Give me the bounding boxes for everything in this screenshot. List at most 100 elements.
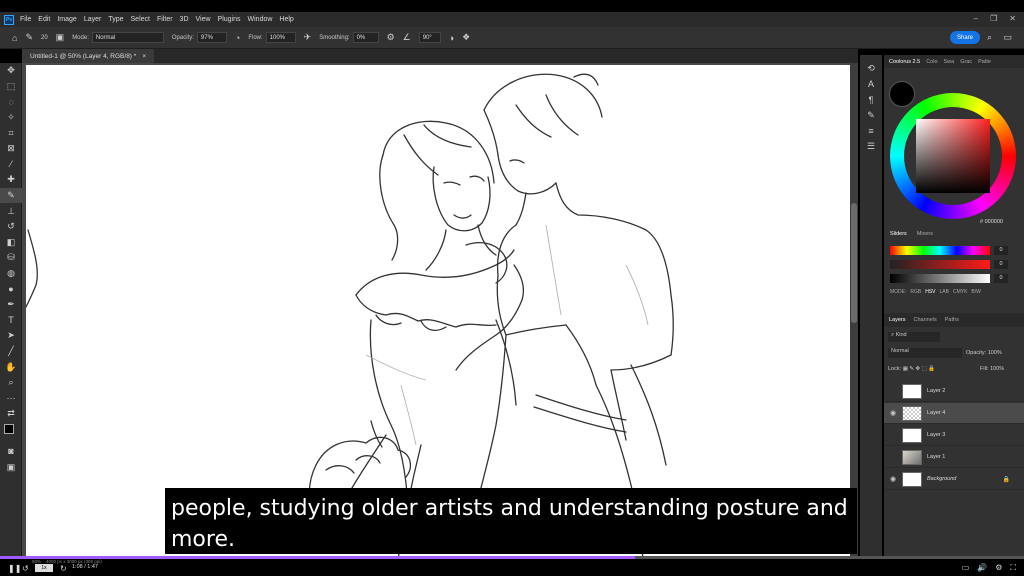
mode-lab[interactable]: LAB: [940, 289, 949, 295]
brush-settings-icon[interactable]: ▣: [56, 32, 65, 43]
canvas-vertical-scrollbar[interactable]: [850, 63, 858, 556]
home-icon[interactable]: ⌂: [12, 33, 17, 43]
pressure-size-icon[interactable]: ◑: [449, 33, 454, 43]
progress-track[interactable]: [0, 556, 1024, 559]
saturation-slider[interactable]: [890, 260, 990, 269]
layer-fill[interactable]: Fill: 100%: [980, 366, 1004, 372]
canvas[interactable]: [26, 65, 850, 556]
healing-brush-tool-icon[interactable]: ✚: [0, 172, 22, 188]
brush-size-preset[interactable]: 20: [41, 35, 48, 41]
saturation-value[interactable]: 0: [994, 260, 1008, 269]
settings-gear-icon[interactable]: ⚙: [995, 563, 1002, 573]
zoom-tool-icon[interactable]: ⌕: [0, 375, 22, 391]
eye-icon[interactable]: ◉: [884, 475, 902, 483]
move-tool-icon[interactable]: ✥: [0, 63, 22, 79]
volume-icon[interactable]: 🔊: [977, 563, 987, 573]
eye-icon[interactable]: ◉: [884, 409, 902, 417]
color-swatches[interactable]: [0, 422, 22, 444]
properties-panel-icon[interactable]: ☰: [860, 139, 882, 155]
hand-tool-icon[interactable]: ✋: [0, 359, 22, 375]
tab-gradients[interactable]: Grac: [960, 59, 972, 65]
airbrush-icon[interactable]: ✈: [304, 32, 312, 43]
tab-channels[interactable]: Channels: [914, 317, 937, 323]
adjustments-panel-icon[interactable]: ≡: [860, 123, 882, 139]
mode-hsv[interactable]: HSV: [925, 289, 935, 295]
tab-swatches[interactable]: Swa: [944, 59, 955, 65]
angle-field[interactable]: 90°: [418, 32, 441, 43]
hue-value[interactable]: 0: [994, 246, 1008, 255]
more-tools-icon[interactable]: ⋯: [0, 390, 22, 406]
layer-row-layer-2[interactable]: Layer 2: [884, 381, 1024, 402]
menu-file[interactable]: File: [20, 16, 31, 23]
menu-type[interactable]: Type: [108, 16, 123, 23]
dodge-tool-icon[interactable]: ●: [0, 281, 22, 297]
tab-sliders[interactable]: Sliders: [890, 231, 907, 237]
mode-cmyk[interactable]: CMYK: [953, 289, 967, 295]
type-tool-icon[interactable]: T: [0, 313, 22, 329]
tab-color[interactable]: Colo: [926, 59, 937, 65]
mode-rgb[interactable]: RGB: [910, 289, 921, 295]
smoothing-field[interactable]: 0%: [352, 32, 379, 43]
canvas-area[interactable]: [22, 63, 858, 556]
eyedropper-tool-icon[interactable]: ⁄: [0, 157, 22, 173]
menu-view[interactable]: View: [196, 16, 211, 23]
pressure-opacity-icon[interactable]: ◔: [235, 33, 240, 43]
menu-filter[interactable]: Filter: [157, 16, 173, 23]
brush-tool-icon[interactable]: ✎: [25, 32, 33, 43]
rewind-icon[interactable]: ↻: [60, 564, 67, 573]
brush-tool-icon-active[interactable]: ✎: [0, 187, 22, 204]
screen-mode-icon[interactable]: ▣: [0, 459, 22, 475]
restore-icon[interactable]: ❐: [990, 14, 997, 23]
brightness-slider[interactable]: [890, 274, 990, 283]
foreground-color-preview[interactable]: [889, 81, 915, 107]
close-window-icon[interactable]: ✕: [1009, 14, 1016, 23]
marquee-tool-icon[interactable]: ⬚: [0, 79, 22, 95]
menu-image[interactable]: Image: [57, 16, 76, 23]
pen-tool-icon[interactable]: ✒: [0, 297, 22, 313]
workspace-icon[interactable]: ▭: [1003, 32, 1012, 43]
paint-bucket-tool-icon[interactable]: ⛁: [0, 250, 22, 266]
replay-icon[interactable]: ↺: [22, 564, 29, 573]
layer-row-layer-3[interactable]: Layer 3: [884, 425, 1024, 446]
blur-tool-icon[interactable]: ◍: [0, 266, 22, 282]
menu-edit[interactable]: Edit: [38, 16, 50, 23]
path-selection-tool-icon[interactable]: ➤: [0, 328, 22, 344]
playback-speed-button[interactable]: 1x: [35, 564, 53, 572]
quick-mask-icon[interactable]: ◙: [0, 444, 22, 460]
menu-plugins[interactable]: Plugins: [218, 16, 241, 23]
tab-coolorus[interactable]: Coolorus 2.5: [889, 59, 920, 65]
color-picker-square[interactable]: [916, 119, 990, 193]
foreground-color-swatch[interactable]: [4, 423, 14, 434]
layer-opacity[interactable]: Opacity: 100%: [966, 350, 1002, 356]
tab-mixers[interactable]: Mixers: [917, 231, 933, 237]
crop-tool-icon[interactable]: ⌗: [0, 125, 22, 141]
captions-icon[interactable]: ▭: [962, 563, 970, 573]
brightness-value[interactable]: 0: [994, 274, 1008, 283]
opacity-field[interactable]: 97%: [196, 32, 227, 43]
tab-paths[interactable]: Paths: [945, 317, 959, 323]
close-tab-icon[interactable]: ×: [142, 53, 146, 60]
swap-colors-icon[interactable]: ⇄: [0, 406, 22, 422]
layer-row-background[interactable]: ◉ Background 🔒: [884, 469, 1024, 490]
hue-slider[interactable]: [890, 246, 990, 255]
history-panel-icon[interactable]: ⟲: [860, 61, 882, 77]
pause-icon[interactable]: ❚❚: [8, 564, 21, 573]
minimize-icon[interactable]: –: [974, 14, 978, 23]
clone-stamp-tool-icon[interactable]: ⊥: [0, 203, 22, 219]
mode-bw[interactable]: B/W: [971, 289, 980, 295]
lock-icons[interactable]: ▦ ✎ ✥ ⬚ 🔒: [903, 366, 936, 372]
smoothing-settings-gear-icon[interactable]: ⚙: [387, 32, 395, 43]
frame-tool-icon[interactable]: ⊠: [0, 141, 22, 157]
paragraph-panel-icon[interactable]: ¶: [860, 92, 882, 108]
mode-select[interactable]: Normal: [91, 32, 164, 43]
menu-layer[interactable]: Layer: [84, 16, 102, 23]
symmetry-icon[interactable]: ❖: [462, 32, 470, 43]
menu-select[interactable]: Select: [131, 16, 150, 23]
menu-help[interactable]: Help: [279, 16, 293, 23]
tab-patterns[interactable]: Patte: [978, 59, 991, 65]
lasso-tool-icon[interactable]: ◌: [0, 94, 22, 110]
flow-field[interactable]: 100%: [265, 32, 296, 43]
menu-3d[interactable]: 3D: [180, 16, 189, 23]
hex-color-value[interactable]: # 000000: [980, 219, 1003, 225]
search-icon[interactable]: ⌕: [987, 32, 992, 43]
